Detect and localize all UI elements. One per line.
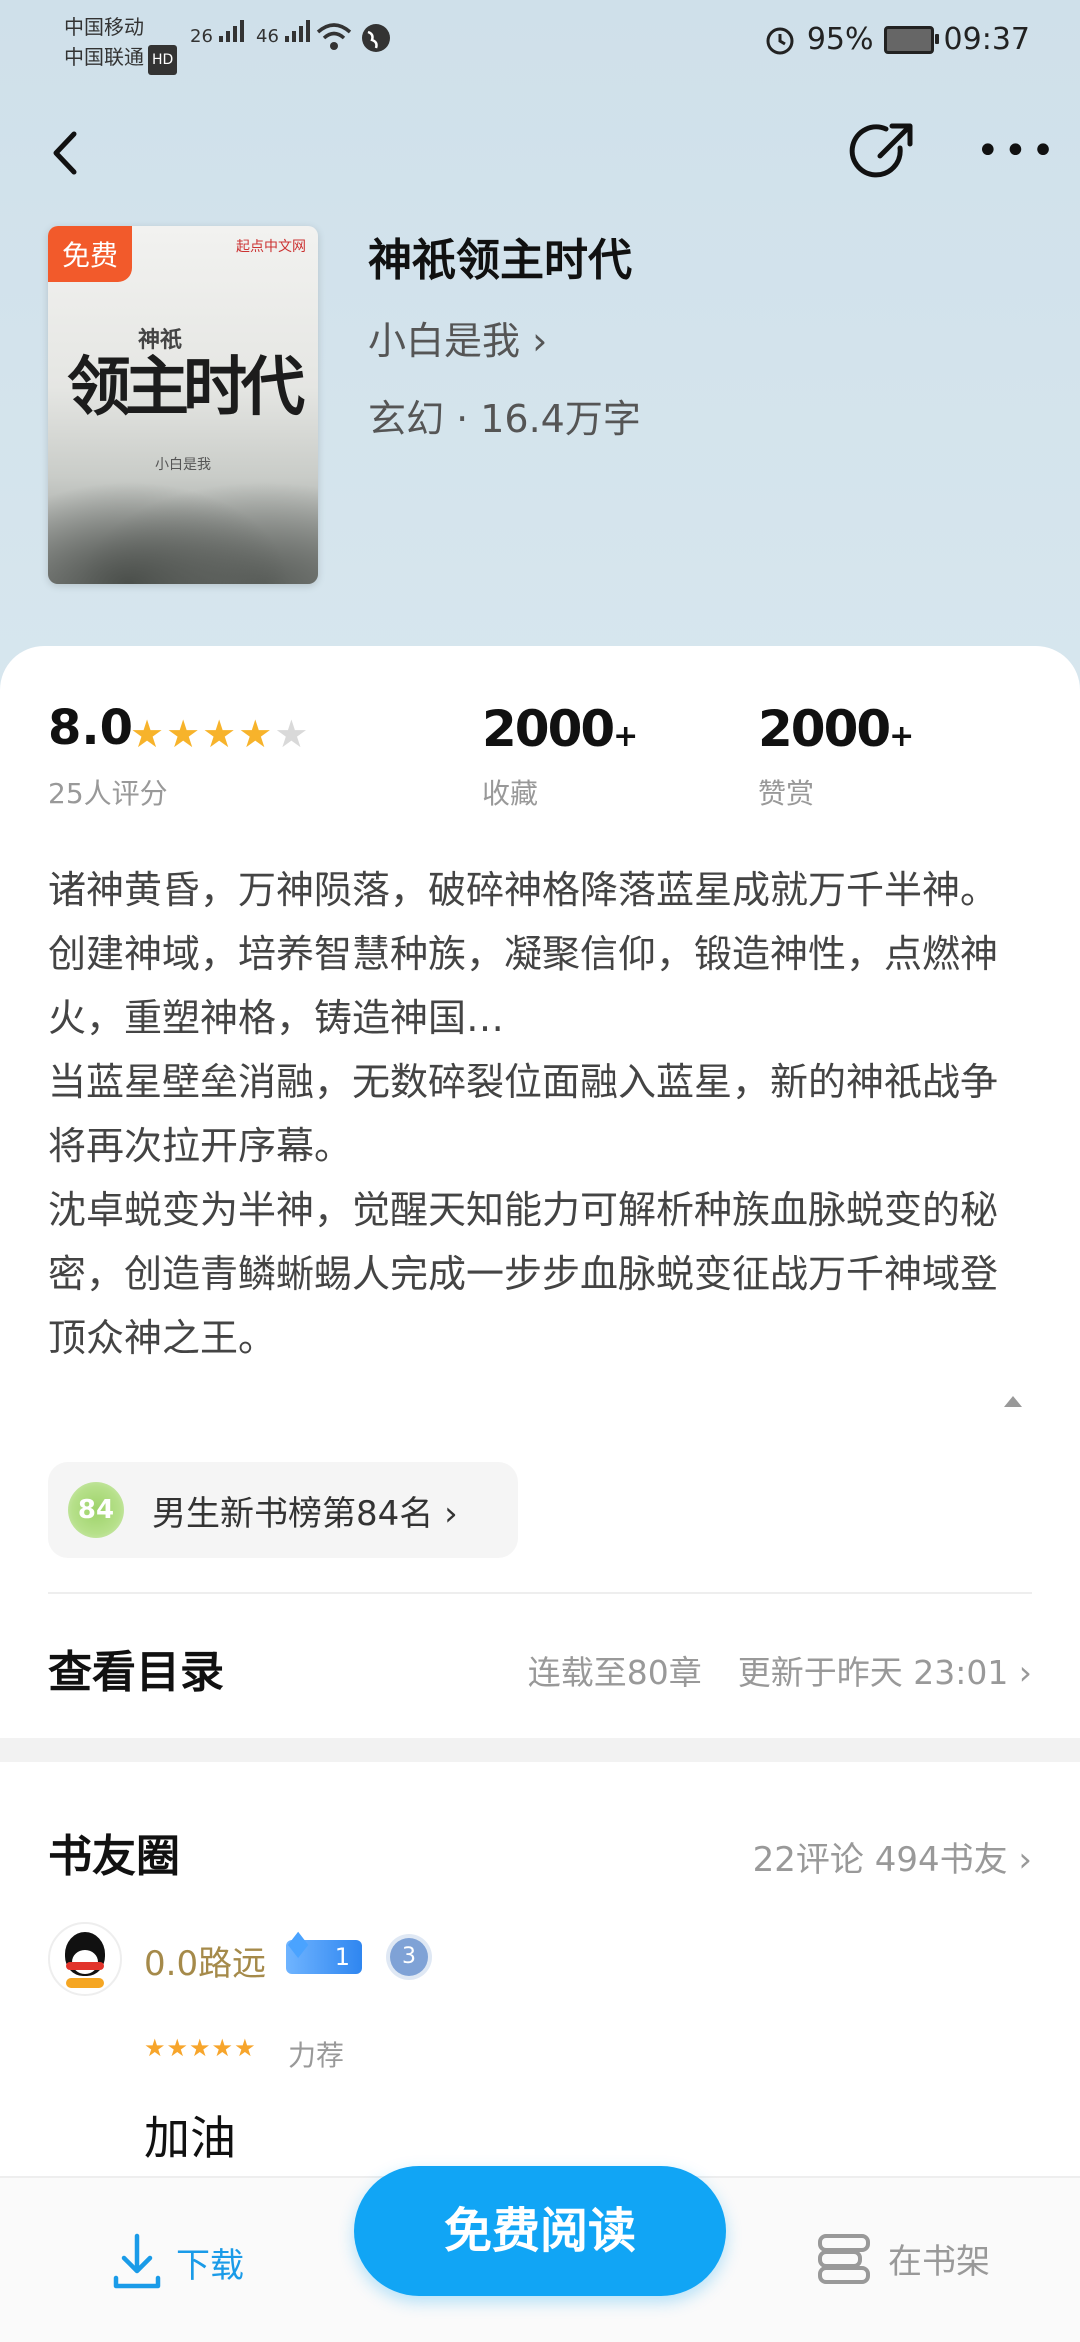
collect-label: 收藏 <box>482 777 539 810</box>
download-label: 下载 <box>176 2245 244 2286</box>
status-bar: 中国移动 中国联通 HD 26 46 95% 09:37 <box>0 0 1080 80</box>
free-read-button[interactable]: 免费阅读 <box>354 2166 726 2296</box>
collect-number: 2000 <box>482 700 615 758</box>
fan-level-value: 1 <box>334 1943 350 1971</box>
flame-icon: ♦ <box>282 1926 315 1967</box>
collapse-arrow-icon[interactable] <box>1004 1396 1022 1407</box>
wifi-icon <box>316 23 352 50</box>
rating-stars: ★★★★★ <box>130 712 310 756</box>
toc-info[interactable]: 连载至80章 更新于昨天 23:01 › <box>492 1646 1032 1694</box>
cover-publisher: 起点中文网 <box>236 239 306 255</box>
status-right: 95% 09:37 <box>763 22 1030 57</box>
bookshelf-label: 在书架 <box>888 2241 990 2282</box>
more-options-icon[interactable]: ••• <box>976 128 1055 178</box>
battery-icon <box>883 25 939 54</box>
comment-stars: ★★★★★ <box>144 2034 257 2062</box>
signal-label-1: 26 <box>190 26 213 47</box>
reward-number: 2000 <box>758 700 891 758</box>
bookshelf-button[interactable]: 在书架 <box>816 2232 990 2284</box>
reward-count: 2000+ <box>758 700 914 758</box>
user-avatar[interactable] <box>48 1922 122 1996</box>
comment-tag: 力荐 <box>288 2039 345 2072</box>
rating-count: 25人评分 <box>48 777 168 810</box>
book-cover[interactable]: 免费 起点中文网 神祇 领主时代 小白是我 <box>48 226 318 584</box>
author-link[interactable]: 小白是我 › <box>368 310 547 365</box>
carrier-1: 中国移动 <box>64 15 144 39</box>
hd-icon: HD <box>148 45 178 75</box>
rating-score: 8.0 <box>48 700 134 756</box>
signal-icon-1: 26 <box>190 20 245 47</box>
ranking-chip[interactable]: 84 男生新书榜第84名 › <box>48 1462 518 1558</box>
user-name[interactable]: 0.0路远 <box>144 1936 266 1985</box>
globe-icon <box>362 24 390 52</box>
cover-art <box>48 464 318 584</box>
download-button[interactable]: 下载 <box>112 2232 244 2292</box>
user-level-badge: 3 <box>390 1938 428 1976</box>
free-badge: 免费 <box>48 226 133 282</box>
intro-paragraph: 诸神黄昏，万神陨落，破碎神格降落蓝星成就万千半神。 <box>48 868 999 912</box>
star-icon: ★ <box>202 712 239 756</box>
comment-text[interactable]: 加油 <box>144 2102 236 2168</box>
section-separator <box>0 1738 1080 1762</box>
star-icon: ★ <box>130 712 167 756</box>
cover-title: 领主时代 <box>67 350 305 425</box>
penguin-scarf <box>66 1962 104 1970</box>
book-meta: 玄幻 · 16.4万字 <box>368 397 641 441</box>
reward-label: 赞赏 <box>758 777 815 810</box>
signal-icon-2: 46 <box>256 20 311 47</box>
reader-circle-title: 书友圈 <box>48 1831 180 1882</box>
reward-plus: + <box>889 719 914 754</box>
rank-badge-icon: 84 <box>68 1482 124 1538</box>
star-icon: ★ <box>238 712 275 756</box>
cover-author: 小白是我 <box>155 457 211 473</box>
reader-circle-info[interactable]: 22评论 494书友 › <box>753 1832 1032 1881</box>
share-icon[interactable] <box>848 118 918 188</box>
intro-paragraph: 沈卓蜕变为半神，觉醒天知能力可解析种族血脉蜕变的秘密，创造青鳞蜥蜴人完成一步步血… <box>48 1188 999 1360</box>
star-empty-icon: ★ <box>274 712 311 756</box>
clock: 09:37 <box>943 22 1030 57</box>
intro-paragraph: 当蓝星壁垒消融，无数碎裂位面融入蓝星，新的神祇战争将再次拉开序幕。 <box>48 1060 999 1168</box>
back-icon[interactable] <box>40 118 100 188</box>
intro-paragraph: 创建神域，培养智慧种族，凝聚信仰，锻造神性，点燃神火，重塑神格，铸造神国… <box>48 932 999 1040</box>
penguin-feet <box>66 1978 104 1988</box>
fan-level-badge: ♦ 1 <box>282 1929 362 1974</box>
update-time: 更新于昨天 23:01 › <box>737 1653 1032 1692</box>
carrier-2: 中国联通 <box>64 45 144 69</box>
download-icon <box>113 2233 161 2289</box>
book-title: 神祇领主时代 <box>368 235 632 286</box>
serial-status: 连载至80章 <box>527 1653 702 1692</box>
alarm-icon <box>766 27 794 54</box>
ranking-text: 男生新书榜第84名 › <box>152 1494 458 1534</box>
collect-count: 2000+ <box>482 700 638 758</box>
divider <box>48 1592 1032 1594</box>
bookshelf-icon <box>818 2234 870 2284</box>
book-intro[interactable]: 诸神黄昏，万神陨落，破碎神格降落蓝星成就万千半神。 创建神域，培养智慧种族，凝聚… <box>48 858 1028 1370</box>
carrier-info: 中国移动 中国联通 HD <box>64 12 178 75</box>
battery-percent: 95% <box>806 22 874 57</box>
signal-label-2: 46 <box>256 26 279 47</box>
toc-title[interactable]: 查看目录 <box>48 1636 224 1700</box>
star-icon: ★ <box>166 712 203 756</box>
collect-plus: + <box>613 719 638 754</box>
